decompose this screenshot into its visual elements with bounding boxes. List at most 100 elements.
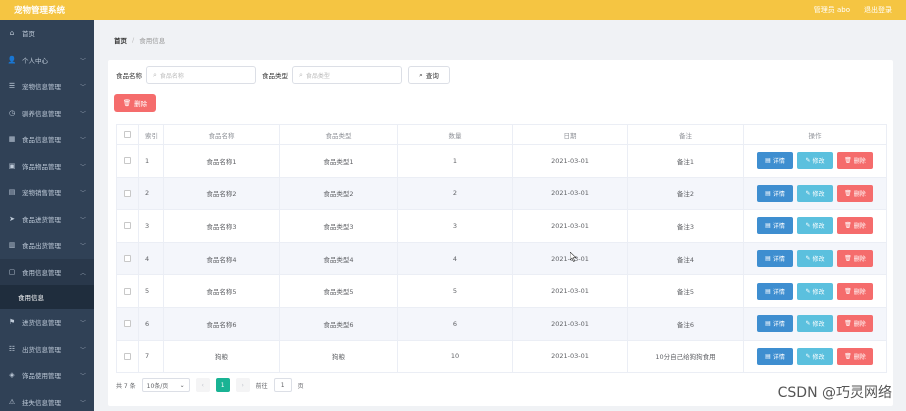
select-all-checkbox[interactable] (116, 124, 139, 145)
table-cell: 备注2 (627, 176, 744, 211)
detail-button[interactable]: ▤ 详情 (757, 347, 793, 365)
next-page-button[interactable]: › (235, 378, 250, 392)
detail-button-label: 详情 (772, 256, 785, 264)
edit-button-label: 修改 (812, 223, 825, 231)
bulk-delete-label: 删除 (134, 100, 148, 108)
mouse-cursor-icon (570, 252, 577, 262)
content-card: 食品名称 ⌕ 食品名称 食品类型 ⌕ 食品类型 ⌕ 查询 🗑 删除 索引 食品名… (108, 60, 893, 406)
app-title: 宠物管理系统 (14, 6, 66, 16)
edit-button-label: 修改 (812, 321, 825, 329)
flag-icon: ⚑ (8, 318, 16, 327)
table-cell: 食品名称5 (163, 274, 280, 308)
table-cell: 2021-03-01 (512, 176, 628, 211)
page-size-value: 10条/页 (146, 382, 169, 390)
search-button[interactable]: ⌕ 查询 (408, 66, 450, 84)
detail-button[interactable]: ▤ 详情 (757, 152, 793, 170)
row-checkbox[interactable] (124, 352, 131, 360)
current-user[interactable]: 管理员 abo (814, 5, 850, 15)
delete-button[interactable]: 🗑 删除 (837, 184, 873, 202)
sidebar-item-warn[interactable]: ⚠ 挂失信息管理 ﹀ (0, 389, 94, 411)
table-cell: 狗粮 (163, 339, 280, 374)
sidebar-item-user[interactable]: 👤 个人中心 ﹀ (0, 47, 94, 74)
detail-button[interactable]: ▤ 详情 (757, 184, 793, 202)
chevron-down-icon: ﹀ (79, 373, 86, 380)
sidebar-item-grid[interactable]: ▦ 食品信息管理 ﹀ (0, 126, 94, 153)
sidebar-item-chart[interactable]: ▤ 宠物销售管理 ﹀ (0, 179, 94, 206)
page-number-current[interactable]: 1 (215, 378, 230, 392)
food-name-input[interactable]: ⌕ 食品名称 (146, 66, 256, 84)
delete-button[interactable]: 🗑 删除 (837, 315, 873, 333)
row-checkbox[interactable] (124, 222, 131, 230)
edit-button-label: 修改 (812, 288, 825, 296)
column-header: 索引 (138, 124, 164, 145)
goto-label: 前往 (255, 382, 268, 390)
edit-button[interactable]: ✎ 修改 (797, 184, 833, 202)
table-row: 2 食品名称2 食品类型2 2 2021-03-01 备注2 ▤ 详情 ✎ 修改 🗑 删除 (116, 176, 887, 211)
breadcrumb: 首页 / 食用信息 (94, 20, 906, 60)
food-type-input[interactable]: ⌕ 食品类型 (292, 66, 402, 84)
edit-button[interactable]: ✎ 修改 (797, 315, 833, 333)
delete-button[interactable]: 🗑 删除 (837, 152, 873, 170)
row-checkbox[interactable] (124, 255, 131, 263)
row-checkbox-cell[interactable] (116, 209, 139, 243)
sidebar-item-send[interactable]: ➤ 食品进货管理 ﹀ (0, 206, 94, 233)
goto-page-input[interactable]: 1 (273, 378, 292, 392)
row-checkbox[interactable] (124, 157, 131, 165)
sidebar-item-bars[interactable]: ☷ 出货信息管理 ﹀ (0, 336, 94, 363)
row-checkbox-cell[interactable] (116, 306, 139, 341)
sidebar-item-clock[interactable]: ◷ 驯养信息管理 ﹀ (0, 100, 94, 127)
row-actions: ▤ 详情 ✎ 修改 🗑 删除 (743, 306, 887, 341)
detail-button[interactable]: ▤ 详情 (757, 282, 793, 300)
delete-button[interactable]: 🗑 删除 (837, 217, 873, 235)
detail-button[interactable]: ▤ 详情 (757, 315, 793, 333)
delete-button[interactable]: 🗑 删除 (837, 250, 873, 268)
row-checkbox[interactable] (124, 320, 131, 328)
edit-button-label: 修改 (812, 158, 825, 166)
table-cell: 食品名称1 (163, 144, 280, 178)
edit-button[interactable]: ✎ 修改 (797, 250, 833, 268)
chevron-down-icon: ﹀ (79, 110, 86, 118)
logout-link[interactable]: 退出登录 (864, 5, 892, 15)
chevron-down-icon: ⌄ (179, 381, 185, 389)
row-checkbox-cell[interactable] (116, 176, 139, 211)
delete-button[interactable]: 🗑 删除 (837, 347, 873, 365)
sidebar-item-bag[interactable]: ▣ 饰品物品管理 ﹀ (0, 153, 94, 180)
table-cell: 5 (138, 274, 164, 308)
sidebar-item-home[interactable]: ⌂ 首页 (0, 20, 94, 47)
page-size-select[interactable]: 10条/页 ⌄ (141, 378, 190, 392)
sidebar-item-box[interactable]: ▥ 食品出货管理 ﹀ (0, 232, 94, 259)
row-checkbox[interactable] (124, 189, 131, 197)
sidebar-item-label: 进货信息管理 (22, 319, 61, 328)
home-icon: ⌂ (9, 29, 15, 38)
sidebar-item-doc[interactable]: ▢ 食用信息管理 ︿ (0, 258, 94, 285)
trash-icon: 🗑 (844, 157, 852, 165)
row-checkbox-cell[interactable] (116, 339, 139, 374)
detail-button[interactable]: ▤ 详情 (757, 250, 793, 268)
table-cell: 食品名称2 (163, 176, 280, 211)
sidebar-item-tag[interactable]: ◈ 饰品使用管理 ﹀ (0, 362, 94, 389)
checkbox[interactable] (124, 131, 131, 138)
table-cell: 2021-03-01 (512, 306, 628, 341)
sidebar-subitem-food-usage[interactable]: 食用信息 (0, 285, 94, 309)
table-cell: 食品名称3 (163, 209, 280, 243)
row-checkbox[interactable] (124, 287, 131, 295)
edit-button[interactable]: ✎ 修改 (797, 282, 833, 300)
sidebar-item-flag[interactable]: ⚑ 进货信息管理 ﹀ (0, 309, 94, 336)
sidebar-item-list[interactable]: ☰ 宠物信息管理 ﹀ (0, 73, 94, 100)
edit-button[interactable]: ✎ 修改 (797, 217, 833, 235)
bulk-delete-button[interactable]: 🗑 删除 (114, 94, 156, 112)
edit-button[interactable]: ✎ 修改 (797, 347, 833, 365)
edit-button[interactable]: ✎ 修改 (797, 152, 833, 170)
detail-button[interactable]: ▤ 详情 (757, 217, 793, 235)
delete-button[interactable]: 🗑 删除 (837, 282, 873, 300)
column-header: 备注 (627, 124, 744, 145)
row-checkbox-cell[interactable] (116, 241, 139, 276)
row-actions: ▤ 详情 ✎ 修改 🗑 删除 (743, 339, 887, 374)
table-cell: 食品名称4 (163, 241, 280, 276)
breadcrumb-home[interactable]: 首页 (114, 35, 127, 45)
prev-page-button[interactable]: ‹ (195, 378, 210, 392)
column-header: 操作 (743, 124, 887, 145)
doc-icon: ▢ (8, 267, 16, 276)
row-checkbox-cell[interactable] (116, 274, 139, 308)
row-checkbox-cell[interactable] (116, 144, 139, 178)
